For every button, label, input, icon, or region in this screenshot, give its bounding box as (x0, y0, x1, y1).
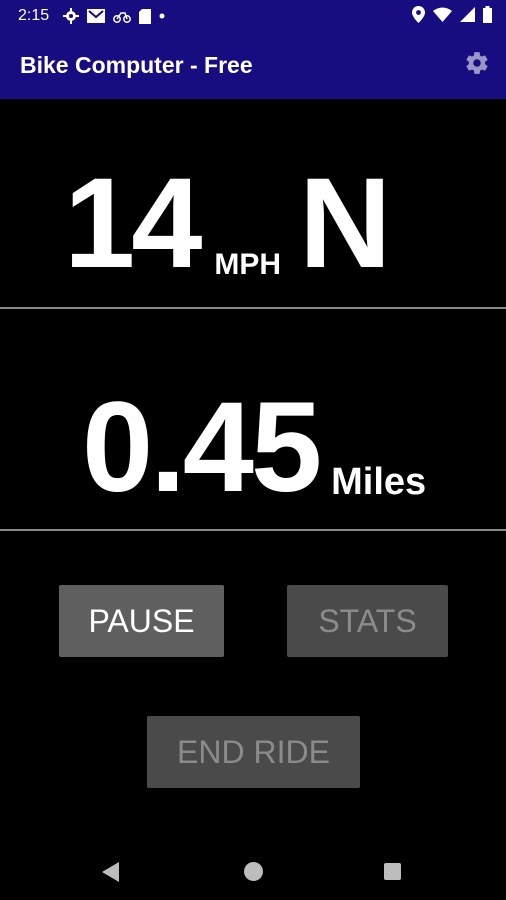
distance-unit: Miles (331, 461, 427, 503)
speed-unit: MPH (214, 248, 282, 281)
pause-button[interactable]: PAUSE (59, 585, 224, 657)
gear-icon (63, 8, 80, 24)
navigation-bar (0, 840, 506, 900)
battery-icon (483, 6, 492, 23)
speed-value: 14 (64, 152, 202, 295)
status-system-icons (412, 6, 492, 23)
home-icon[interactable] (244, 862, 263, 881)
settings-icon[interactable] (464, 50, 490, 76)
speed-display: 14 MPH N (64, 160, 391, 288)
gmail-icon (87, 9, 106, 23)
divider-bottom (0, 529, 506, 531)
back-icon[interactable] (102, 862, 119, 882)
heading-value: N (299, 152, 392, 295)
recents-icon[interactable] (384, 863, 401, 880)
status-bar: 2:15 (0, 0, 506, 32)
distance-value: 0.45 (82, 376, 322, 519)
status-notification-icons (63, 8, 165, 24)
dot-icon (159, 13, 165, 19)
status-time: 2:15 (18, 7, 50, 24)
stats-button[interactable]: STATS (287, 585, 448, 657)
app-title: Bike Computer - Free (20, 52, 253, 78)
distance-display: 0.45 Miles (82, 384, 426, 512)
wifi-icon (433, 7, 452, 22)
sd-card-icon (139, 8, 152, 24)
signal-icon (460, 7, 475, 22)
app-bar: Bike Computer - Free (0, 32, 506, 99)
end-ride-button[interactable]: END RIDE (147, 716, 360, 788)
location-icon (412, 6, 425, 23)
divider-top (0, 307, 506, 309)
bike-icon (113, 12, 132, 23)
